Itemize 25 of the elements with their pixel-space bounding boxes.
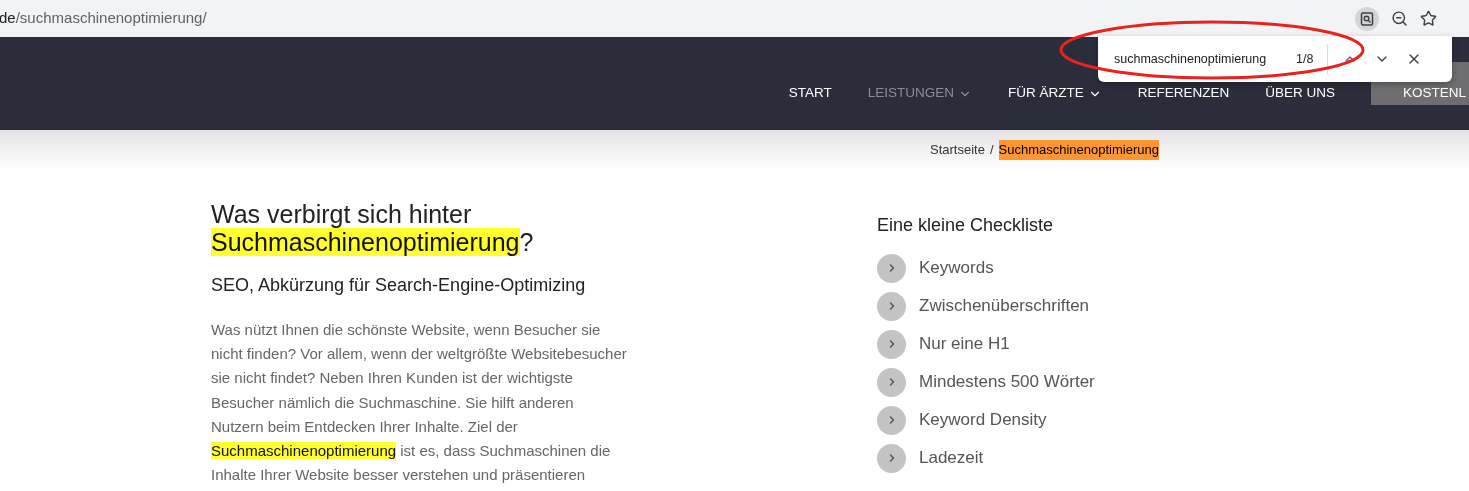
breadcrumb-link[interactable]: Startseite bbox=[930, 140, 985, 160]
bookmark-star-icon[interactable] bbox=[1420, 10, 1437, 27]
nav-link[interactable]: REFERENZEN bbox=[1137, 83, 1230, 104]
checklist-item: Keywords bbox=[919, 257, 994, 280]
nav-link[interactable]: ÜBER UNS bbox=[1265, 83, 1335, 104]
checklist-item: Ladezeit bbox=[919, 447, 984, 470]
checklist-item: Nur eine H1 bbox=[919, 333, 1010, 356]
address-bar[interactable]: de/suchmaschinenoptimierung/ bbox=[0, 0, 1469, 37]
article-title: Was verbirgt sich hinter Suchmaschinenoptimierung? bbox=[211, 200, 535, 256]
checklist-item: Keyword Density bbox=[919, 409, 1047, 432]
article-subtitle: SEO, Abkürzung für Search-Engine-Optimizing bbox=[211, 274, 587, 297]
find-query[interactable]: suchmaschinenoptimierung bbox=[1114, 49, 1294, 69]
checklist-item: Mindestens 500 Wörter bbox=[919, 371, 1095, 394]
zoom-out-icon[interactable] bbox=[1391, 10, 1408, 27]
nav-link[interactable]: FÜR ÄRZTE bbox=[1007, 83, 1102, 104]
find-in-page-icon[interactable] bbox=[1355, 6, 1379, 31]
match-count: 1/8 bbox=[1296, 50, 1314, 68]
nav-link[interactable]: LEISTUNGEN bbox=[867, 83, 972, 104]
url-text: de/suchmaschinenoptimierung/ bbox=[0, 8, 207, 29]
checklist-item: Zwischenüberschriften bbox=[919, 295, 1090, 318]
checklist-title: Eine kleine Checkliste bbox=[877, 214, 1055, 237]
article-paragraph: Was nützt Ihnen die schönste Website, wenn Besucher sie nicht finden? Vor allem, wenn der weltgrößte Websitebesucher sie nicht findet? Neben Ihren Kunden ist der wichtigste Besucher nämlich die Suchmaschine. Sie hilft anderen Nutzern beim Entdecken Ihrer Inhalte. Ziel der Suchmaschinenoptimierung ist es, dass Suchmaschinen die Inhalte Ihrer Website besser verstehen und präsentieren bbox=[211, 320, 628, 486]
breadcrumb-current: Suchmaschinenoptimierung bbox=[998, 140, 1159, 160]
breadcrumb-separator: / bbox=[989, 141, 994, 160]
nav-link[interactable]: START bbox=[788, 83, 832, 104]
